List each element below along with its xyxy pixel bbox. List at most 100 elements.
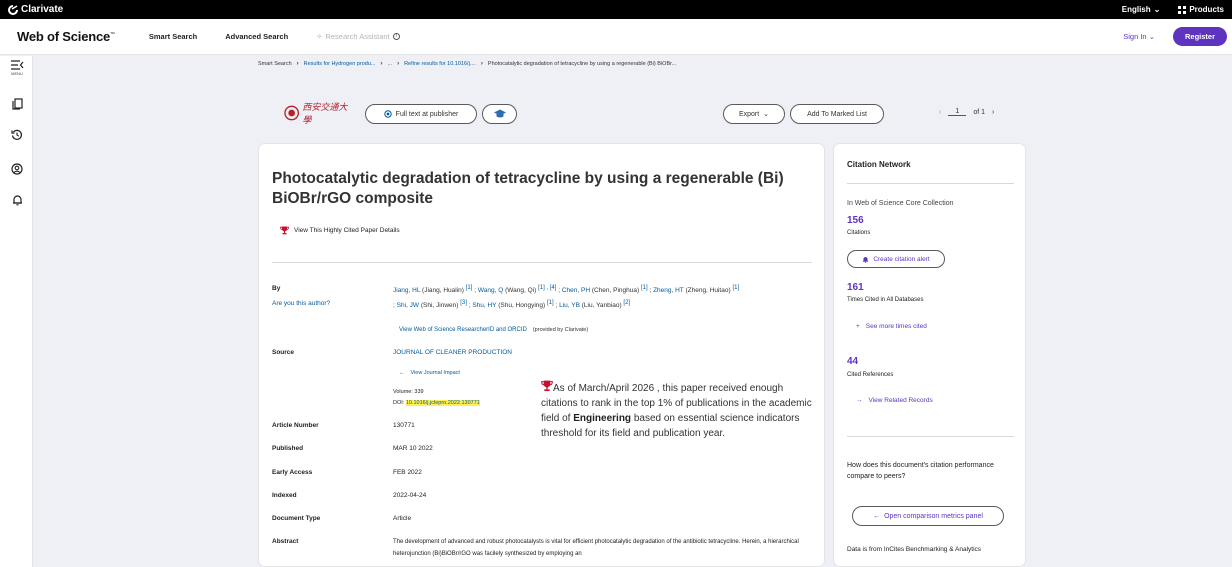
nav-research-assistant[interactable]: ✧ Research Assistant i: [316, 32, 400, 41]
article-number-label: Article Number: [272, 422, 319, 429]
view-related-records-label: View Related Records: [868, 397, 933, 404]
author-link[interactable]: Chen, PH: [562, 287, 590, 294]
cited-references-label: Cited References: [847, 372, 894, 378]
menu-icon: [10, 60, 23, 70]
author-fullname: (Wang, Qi): [503, 287, 539, 295]
breadcrumb-refine[interactable]: Refine results for 10.1016/j....: [404, 61, 476, 67]
register-button[interactable]: Register: [1172, 27, 1227, 46]
products-menu[interactable]: Products: [1178, 5, 1224, 14]
pager-prev-icon[interactable]: ‹: [939, 109, 941, 116]
nav-smart-search[interactable]: Smart Search: [149, 32, 197, 41]
export-button[interactable]: Export ⌄: [723, 104, 785, 124]
clarivate-brand[interactable]: Clarivate: [8, 4, 63, 15]
author-fullname: (Liu, Yanbiao): [579, 302, 624, 310]
clarivate-brand-label: Clarivate: [21, 4, 64, 15]
early-access-value: FEB 2022: [393, 469, 422, 476]
title-divider: [272, 262, 812, 263]
doi-row: DOI: 10.1016/j.jclepro.2022.130771: [393, 400, 480, 406]
pager-next-icon[interactable]: ›: [992, 109, 994, 116]
info-icon[interactable]: i: [392, 33, 400, 40]
institution-logo-text: 西安交通大學: [302, 103, 348, 126]
chevron-right-icon: ›: [380, 61, 383, 67]
researcher-id-row: View Web of Science ResearcherID and ORC…: [399, 327, 588, 333]
record-card: Photocatalytic degradation of tetracycli…: [258, 143, 825, 567]
full-text-label: Full text at publisher: [395, 110, 459, 118]
chevron-right-icon: ›: [397, 61, 400, 67]
left-rail: MENU: [0, 56, 33, 567]
are-you-this-author-link[interactable]: Are you this author?: [272, 300, 330, 307]
author-link[interactable]: Zheng, HT: [653, 287, 684, 294]
chevron-right-icon: ›: [296, 61, 299, 67]
institution-logo[interactable]: 西安交通大學: [284, 103, 354, 126]
author-affiliation[interactable]: [1]: [732, 285, 739, 291]
main-header: Web of Science™ Smart Search Advanced Se…: [0, 19, 1232, 55]
chevron-right-icon: ›: [480, 61, 483, 67]
source-label: Source: [272, 349, 295, 356]
researcher-id-link[interactable]: View Web of Science ResearcherID and ORC…: [399, 327, 527, 333]
trophy-icon: [541, 380, 553, 392]
author-link[interactable]: Liu, YB: [559, 302, 580, 309]
rail-alerts[interactable]: [9, 194, 25, 206]
author-link[interactable]: Shi, JW: [397, 302, 419, 309]
create-citation-alert-button[interactable]: Create citation alert: [847, 250, 945, 268]
add-to-marked-list-label: Add To Marked List: [807, 110, 867, 118]
author-affiliation[interactable]: [1] , [4]: [538, 285, 556, 291]
language-label: English: [1121, 5, 1151, 14]
nav-advanced-search[interactable]: Advanced Search: [225, 32, 288, 41]
author-link[interactable]: Shu, HY: [472, 302, 496, 309]
author-item: Jiang, HL (Jiang, Hualin) [1]: [393, 285, 473, 295]
breadcrumb-ellipsis[interactable]: ...: [387, 61, 392, 67]
esi-highly-cited-notice: As of March/April 2026 , this paper rece…: [541, 380, 816, 441]
full-text-button[interactable]: Full text at publisher: [365, 104, 477, 124]
language-selector[interactable]: English ⌄: [1122, 5, 1161, 14]
incites-source-note: Data is from InCites Benchmarking & Anal…: [847, 546, 982, 553]
author-affiliation[interactable]: [1]: [641, 285, 648, 291]
author-affiliation[interactable]: [1]: [466, 285, 473, 291]
author-item: Zheng, HT (Zheng, Huitao) [1]: [653, 285, 739, 294]
view-related-records-link[interactable]: → View Related Records: [856, 397, 933, 404]
author-affiliation[interactable]: [1]: [547, 300, 554, 306]
journal-impact-link[interactable]: ← View Journal Impact: [399, 370, 460, 376]
journal-link[interactable]: JOURNAL OF CLEANER PRODUCTION: [393, 349, 512, 356]
doi-link[interactable]: 10.1016/j.jclepro.2022.130771: [405, 400, 480, 406]
graduation-cap-button[interactable]: [482, 104, 517, 124]
rail-marked-list[interactable]: [9, 98, 25, 110]
published-value: MAR 10 2022: [393, 445, 433, 452]
clarivate-logo-icon: [8, 4, 18, 15]
sparkle-icon: ✧: [316, 32, 323, 41]
author-fullname: (Jiang, Hualin): [420, 287, 466, 295]
see-more-times-cited-link[interactable]: + See more times cited: [856, 323, 927, 330]
rail-history[interactable]: [9, 129, 25, 141]
breadcrumb-results[interactable]: Results for Hydrogen produ...: [304, 61, 376, 67]
author-item: Shu, HY (Shu, Hongying) [1]: [472, 300, 554, 309]
citations-count[interactable]: 156: [847, 215, 864, 226]
author-affiliation[interactable]: [2]: [623, 300, 630, 306]
export-label: Export: [738, 110, 760, 118]
sign-in-label: Sign In: [1123, 32, 1147, 41]
add-to-marked-list-button[interactable]: Add To Marked List: [790, 104, 884, 124]
cited-references-count[interactable]: 44: [847, 356, 858, 367]
page-number-input[interactable]: 1: [948, 108, 967, 116]
web-of-science-logo[interactable]: Web of Science™: [17, 29, 115, 44]
article-number-value: 130771: [393, 422, 415, 429]
main-nav: Smart Search Advanced Search ✧ Research …: [149, 32, 400, 41]
author-link[interactable]: Wang, Q: [478, 287, 503, 294]
history-icon: [11, 129, 23, 140]
all-databases-count[interactable]: 161: [847, 282, 864, 293]
plus-icon: +: [856, 323, 860, 330]
author-item: Shi, JW (Shi, Jinwen) [3]: [397, 300, 467, 309]
open-comparison-metrics-label: Open comparison metrics panel: [884, 512, 983, 520]
author-affiliation[interactable]: [3]: [460, 300, 467, 306]
open-comparison-metrics-button[interactable]: ← Open comparison metrics panel: [852, 506, 1004, 526]
author-link[interactable]: Jiang, HL: [393, 287, 420, 294]
breadcrumb-smart-search[interactable]: Smart Search: [258, 61, 292, 67]
side-divider: [847, 183, 1014, 184]
trophy-icon: [280, 226, 289, 235]
rail-profile[interactable]: [9, 163, 25, 175]
published-label: Published: [272, 445, 304, 452]
highly-cited-link[interactable]: View This Highly Cited Paper Details: [280, 226, 400, 235]
core-collection-label: In Web of Science Core Collection: [847, 200, 954, 207]
menu-toggle[interactable]: MENU: [9, 60, 25, 76]
sign-in-button[interactable]: Sign In ⌄: [1123, 32, 1155, 41]
profile-icon: [11, 163, 23, 175]
